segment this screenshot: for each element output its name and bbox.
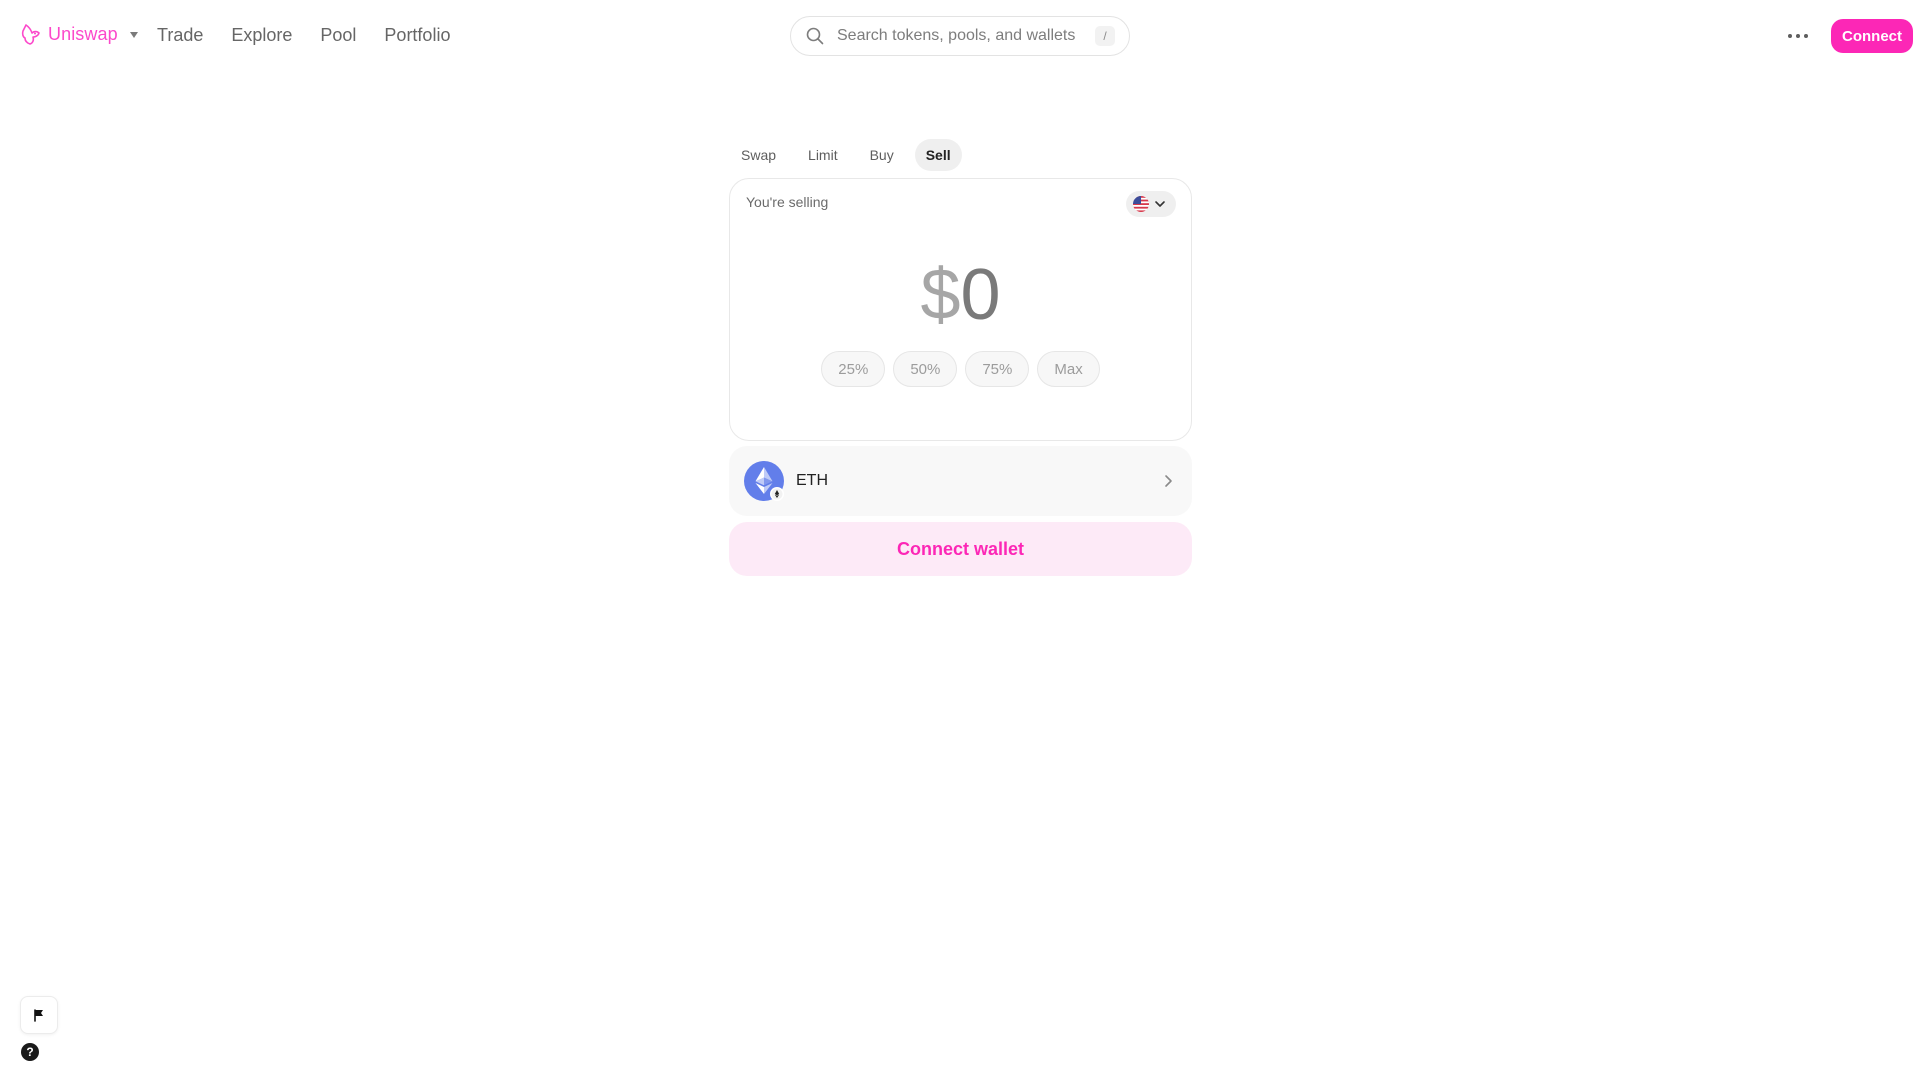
caret-down-icon — [129, 32, 138, 38]
feature-flags-button[interactable] — [20, 996, 58, 1034]
brand-name: Uniswap — [48, 23, 118, 44]
percent-max-button[interactable]: Max — [1037, 351, 1100, 387]
top-nav: Uniswap Trade Explore Pool Portfolio / C… — [0, 0, 1920, 72]
ethereum-icon — [744, 461, 784, 501]
uniswap-logo-icon — [21, 24, 40, 45]
search-icon — [806, 27, 824, 45]
chevron-right-icon — [1165, 475, 1172, 487]
more-dot-icon — [1804, 34, 1808, 38]
tab-buy[interactable]: Buy — [859, 139, 905, 171]
sell-input-card: You're selling $ 0 25% 50% 75% Max — [729, 178, 1192, 441]
help-button[interactable]: ? — [21, 1043, 39, 1061]
tab-sell[interactable]: Sell — [914, 139, 962, 171]
sell-amount-display[interactable]: $ 0 — [730, 255, 1191, 335]
nav-link-pool[interactable]: Pool — [320, 24, 356, 46]
us-flag-icon — [1133, 196, 1149, 212]
connect-button[interactable]: Connect — [1831, 19, 1913, 53]
sell-label: You're selling — [746, 194, 829, 210]
tab-swap[interactable]: Swap — [730, 139, 787, 171]
fiat-currency-selector[interactable] — [1126, 191, 1176, 217]
more-dot-icon — [1788, 34, 1792, 38]
tab-limit[interactable]: Limit — [797, 139, 849, 171]
percent-shortcuts: 25% 50% 75% Max — [730, 351, 1191, 387]
token-selector[interactable]: ETH — [729, 446, 1192, 516]
percent-50-button[interactable]: 50% — [893, 351, 958, 387]
flag-icon — [34, 1009, 43, 1022]
trade-tabs: Swap Limit Buy Sell — [730, 139, 962, 171]
nav-links: Trade Explore Pool Portfolio — [157, 24, 450, 46]
more-options-button[interactable] — [1784, 22, 1812, 50]
nav-link-trade[interactable]: Trade — [157, 24, 203, 46]
token-symbol: ETH — [796, 472, 828, 489]
percent-75-button[interactable]: 75% — [965, 351, 1030, 387]
more-dot-icon — [1796, 34, 1800, 38]
connect-wallet-button[interactable]: Connect wallet — [729, 522, 1192, 576]
search-bar[interactable]: / — [790, 16, 1130, 56]
search-input[interactable] — [837, 27, 1077, 45]
nav-link-explore[interactable]: Explore — [231, 24, 292, 46]
amount-value: 0 — [960, 255, 1001, 335]
search-shortcut-key: / — [1095, 26, 1115, 46]
percent-25-button[interactable]: 25% — [821, 351, 886, 387]
amount-currency-symbol: $ — [920, 255, 961, 335]
nav-link-portfolio[interactable]: Portfolio — [384, 24, 450, 46]
chevron-down-icon — [1155, 201, 1165, 207]
brand-menu[interactable]: Uniswap — [20, 22, 138, 46]
